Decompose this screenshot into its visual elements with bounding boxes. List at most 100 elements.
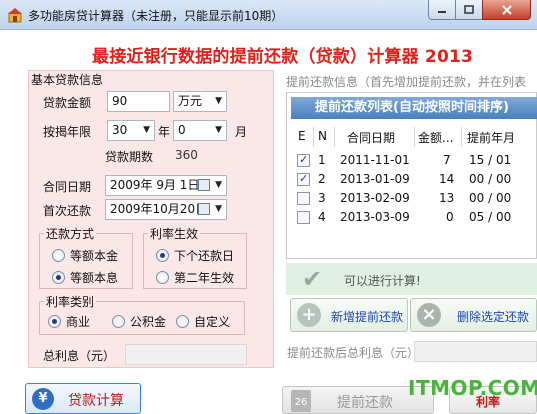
row-amount: 0 bbox=[446, 210, 454, 224]
row-date: 2013-03-09 bbox=[340, 210, 410, 224]
checkmark-icon: ✔ bbox=[302, 265, 323, 293]
add-prepay-button[interactable]: + 新增提前还款 bbox=[290, 298, 408, 332]
row-prepay-month: 00 / 00 bbox=[469, 172, 512, 186]
radio-dot bbox=[156, 271, 169, 284]
post-prepay-interest-label: 提前还款后总利息（元） bbox=[287, 346, 420, 360]
row-prepay-month: 05 / 00 bbox=[469, 210, 512, 224]
row-date: 2013-01-09 bbox=[340, 172, 410, 186]
column-header-prepay-month[interactable]: 提前年月 bbox=[467, 129, 515, 146]
close-icon: × bbox=[417, 303, 441, 327]
yen-icon: ¥ bbox=[32, 388, 54, 410]
row-amount: 14 bbox=[439, 172, 455, 186]
calendar-icon bbox=[198, 179, 210, 191]
row-checkbox[interactable] bbox=[297, 211, 310, 224]
radio-commercial-label: 商业 bbox=[66, 315, 91, 329]
total-interest-field bbox=[125, 344, 247, 365]
minimize-button[interactable] bbox=[428, 0, 456, 20]
radio-equal-principal[interactable]: 等额本金 bbox=[52, 247, 118, 264]
contract-date-picker[interactable]: 2009年 9月 1日 ▼ bbox=[105, 175, 227, 196]
row-number: 4 bbox=[318, 210, 326, 224]
first-payment-date-picker[interactable]: 2009年10月20日 ▼ bbox=[105, 199, 227, 220]
window-title: 多功能房贷计算器（未注册，只能显示前10期） bbox=[28, 9, 284, 23]
status-text: 可以进行计算! bbox=[344, 274, 421, 288]
row-prepay-month: 15 / 01 bbox=[469, 153, 512, 167]
site-watermark: ITMOP.COM bbox=[408, 376, 537, 400]
prepay-list: 提前还款列表(自动按照时间排序) E N 合同日期 金额... 提前年月 1 2… bbox=[286, 92, 537, 259]
radio-dot-selected bbox=[48, 315, 61, 328]
row-prepay-month: 00 / 00 bbox=[469, 191, 512, 205]
loan-periods-value: 360 bbox=[175, 148, 198, 162]
radio-equal-principal-label: 等额本金 bbox=[70, 249, 119, 263]
loan-calculate-label: 贷款计算 bbox=[68, 393, 124, 409]
table-row[interactable]: 1 2011-11-01 7 15 / 01 bbox=[287, 151, 537, 170]
column-header-e[interactable]: E bbox=[298, 129, 306, 143]
column-header-amount[interactable]: 金额... bbox=[418, 129, 453, 146]
chevron-down-icon: ▼ bbox=[215, 125, 222, 135]
first-payment-value: 2009年10月20日 bbox=[110, 202, 208, 216]
calendar-icon: 26 bbox=[291, 390, 311, 412]
post-prepay-interest-field bbox=[414, 341, 537, 362]
rate-type-group: 利率类别 商业 公积金 自定义 bbox=[39, 293, 245, 335]
radio-next-payment-day-label: 下个还款日 bbox=[174, 249, 235, 263]
radio-equal-installment[interactable]: 等额本息 bbox=[52, 269, 118, 286]
maximize-button[interactable] bbox=[455, 0, 483, 20]
loan-amount-input[interactable]: 90 bbox=[107, 91, 170, 112]
contract-date-value: 2009年 9月 1日 bbox=[110, 178, 200, 192]
row-amount: 13 bbox=[439, 191, 455, 205]
rate-type-title: 利率类别 bbox=[44, 293, 97, 310]
radio-housing-fund[interactable]: 公积金 bbox=[112, 313, 166, 330]
row-number: 1 bbox=[318, 153, 326, 167]
chevron-down-icon: ▼ bbox=[215, 204, 222, 214]
loan-calculate-button[interactable]: ¥ 贷款计算 bbox=[25, 383, 141, 414]
term-months-select[interactable]: 0 ▼ bbox=[173, 120, 227, 141]
delete-prepay-label: 删除选定还款 bbox=[457, 310, 530, 324]
close-icon bbox=[501, 4, 512, 15]
loan-amount-label: 贷款金额 bbox=[43, 96, 92, 110]
radio-dot-selected bbox=[52, 271, 65, 284]
radio-dot bbox=[52, 249, 65, 262]
radio-dot-selected bbox=[156, 249, 169, 262]
rate-effective-group: 利率生效 下个还款日 第二年生效 bbox=[143, 225, 247, 289]
month-label: 月 bbox=[235, 125, 248, 139]
add-prepay-label: 新增提前还款 bbox=[331, 310, 404, 324]
radio-custom[interactable]: 自定义 bbox=[176, 313, 230, 330]
column-divider bbox=[313, 127, 314, 147]
radio-dot bbox=[112, 315, 125, 328]
radio-housing-fund-label: 公积金 bbox=[130, 315, 167, 329]
row-amount: 7 bbox=[443, 153, 451, 167]
delete-prepay-button[interactable]: × 删除选定还款 bbox=[410, 298, 537, 332]
window-titlebar[interactable]: 多功能房贷计算器（未注册，只能显示前10期） bbox=[0, 0, 537, 30]
row-checkbox[interactable] bbox=[297, 172, 310, 186]
row-number: 2 bbox=[318, 172, 326, 186]
repayment-method-group: 还款方式 等额本金 等额本息 bbox=[39, 225, 133, 289]
loan-periods-label: 贷款期数 bbox=[105, 150, 154, 164]
loan-term-label: 按揭年限 bbox=[43, 125, 92, 139]
radio-next-payment-day[interactable]: 下个还款日 bbox=[156, 247, 234, 264]
term-years-select[interactable]: 30 ▼ bbox=[107, 120, 155, 141]
prepay-calculate-label: 提前还款 bbox=[337, 395, 393, 411]
table-row[interactable]: 4 2013-03-09 0 05 / 00 bbox=[287, 208, 537, 227]
amount-unit-select[interactable]: 万元 ▼ bbox=[173, 91, 227, 112]
column-divider bbox=[461, 127, 462, 147]
amount-unit-value: 万元 bbox=[178, 94, 203, 108]
row-date: 2013-02-09 bbox=[340, 191, 410, 205]
term-years-value: 30 bbox=[112, 123, 128, 137]
prepay-info-label: 提前还款信息（首先增加提前还款，并在列表 bbox=[286, 75, 527, 89]
prepay-list-title: 提前还款列表(自动按照时间排序) bbox=[291, 97, 537, 119]
total-interest-label: 总利息（元） bbox=[43, 349, 116, 363]
row-checkbox[interactable] bbox=[297, 192, 310, 205]
column-header-date[interactable]: 合同日期 bbox=[347, 129, 395, 146]
radio-equal-installment-label: 等额本息 bbox=[70, 271, 119, 285]
radio-commercial[interactable]: 商业 bbox=[48, 313, 90, 330]
basic-loan-panel: 基本贷款信息 贷款金额 90 万元 ▼ 按揭年限 30 ▼ 年 0 ▼ 月 贷款… bbox=[28, 70, 274, 368]
contract-date-label: 合同日期 bbox=[43, 180, 92, 194]
repayment-method-title: 还款方式 bbox=[44, 225, 97, 242]
close-button[interactable] bbox=[482, 0, 531, 20]
radio-second-year[interactable]: 第二年生效 bbox=[156, 269, 234, 286]
row-checkbox[interactable] bbox=[297, 153, 310, 167]
table-row[interactable]: 2 2013-01-09 14 00 / 00 bbox=[287, 170, 537, 189]
chevron-down-icon: ▼ bbox=[215, 180, 222, 190]
table-row[interactable]: 3 2013-02-09 13 00 / 00 bbox=[287, 189, 537, 208]
first-payment-label: 首次还款 bbox=[43, 204, 92, 218]
column-header-n[interactable]: N bbox=[318, 129, 327, 143]
